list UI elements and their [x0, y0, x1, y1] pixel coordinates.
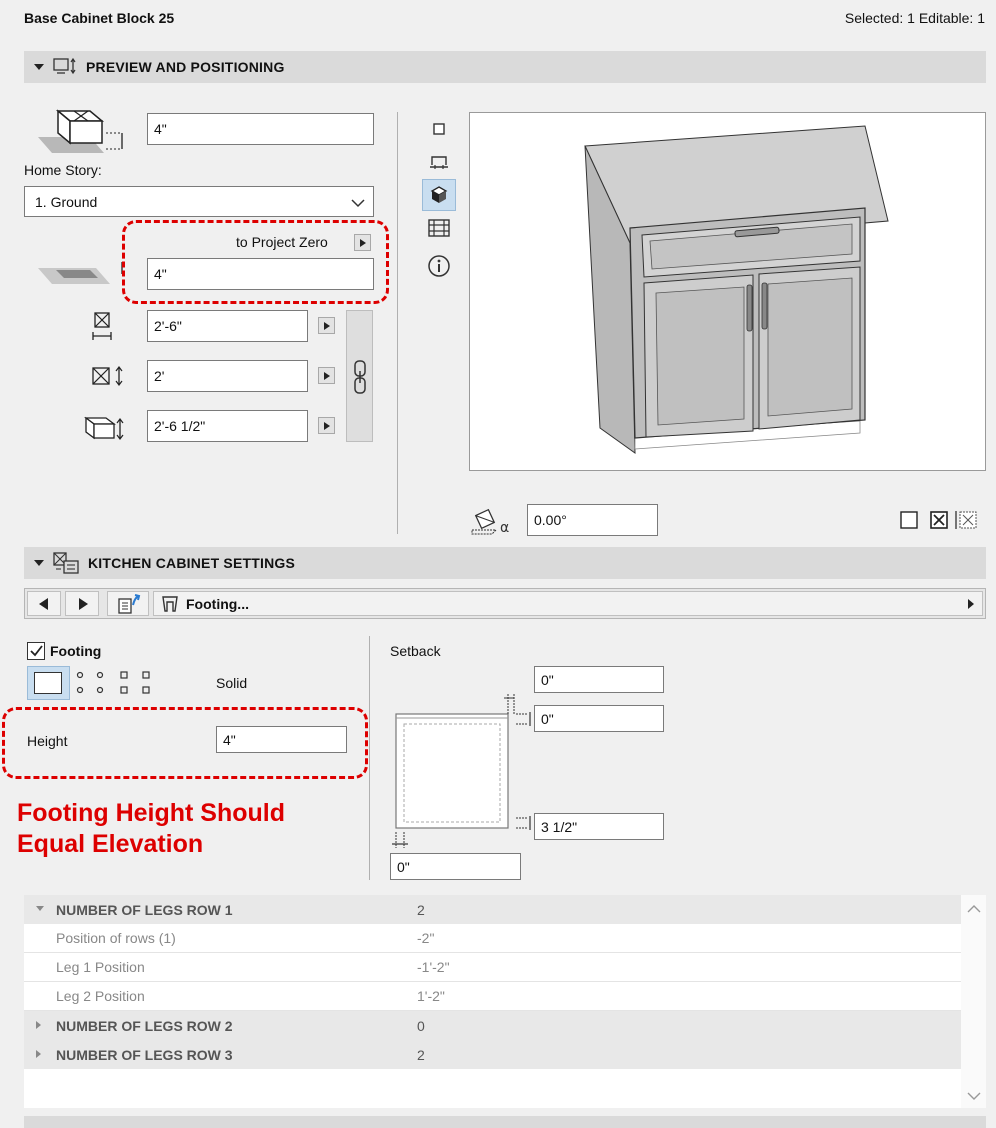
preview-section-header[interactable]: PREVIEW AND POSITIONING — [24, 51, 986, 83]
tree-row-leg-1-position[interactable]: Leg 1 Position -1'-2" — [24, 953, 961, 982]
elevation-icon — [38, 262, 123, 284]
page-label: Footing... — [186, 595, 249, 612]
vertical-separator — [397, 112, 398, 534]
tree-row-legs-row-3[interactable]: NUMBER OF LEGS ROW 3 2 — [24, 1040, 961, 1069]
tree-row-position-of-rows[interactable]: Position of rows (1) -2" — [24, 924, 961, 953]
setback-label: Setback — [390, 643, 441, 659]
page-select-button[interactable]: Footing... — [153, 591, 983, 616]
triangle-down-icon — [34, 560, 44, 566]
view-list-icon[interactable] — [427, 217, 451, 239]
view-section-icon[interactable] — [428, 153, 450, 173]
triangle-down-icon — [34, 64, 44, 70]
width-input[interactable]: 2'-6" — [147, 310, 308, 342]
home-story-value: 1. Ground — [35, 193, 98, 210]
tree-row-leg-2-position[interactable]: Leg 2 Position 1'-2" — [24, 982, 961, 1011]
tree-row-legs-row-2[interactable]: NUMBER OF LEGS ROW 2 0 — [24, 1011, 961, 1040]
prev-page-button[interactable] — [27, 591, 61, 616]
kitchen-section-header[interactable]: KITCHEN CABINET SETTINGS — [24, 547, 986, 579]
height-menu-button[interactable] — [318, 417, 335, 434]
setback-right-top-input[interactable]: 0" — [534, 705, 664, 732]
chain-link-icon — [354, 360, 366, 394]
rotation-angle-icon: α — [471, 508, 509, 536]
top-offset-input[interactable]: 4" — [147, 113, 374, 145]
setback-right-bottom-input[interactable]: 3 1/2" — [534, 813, 664, 840]
footing-legs-button[interactable] — [74, 668, 154, 698]
footing-label: Footing — [50, 643, 102, 659]
mirror-none-icon[interactable] — [899, 510, 919, 530]
width-icon — [92, 312, 112, 340]
export-button[interactable] — [107, 591, 149, 616]
height-input[interactable]: 2'-6 1/2" — [147, 410, 308, 442]
footing-icon — [162, 595, 178, 612]
footing-height-highlight — [2, 707, 368, 779]
dialog-title: Base Cabinet Block 25 — [24, 10, 175, 26]
page-toolbar: Footing... — [24, 588, 986, 619]
setback-bottom-input[interactable]: 0" — [390, 853, 521, 880]
collapsed-icon — [36, 1021, 41, 1029]
footing-type-label: Solid — [216, 675, 248, 691]
selection-status: Selected: 1 Editable: 1 — [844, 10, 985, 26]
height-icon — [84, 416, 124, 440]
depth-icon — [92, 366, 123, 386]
home-story-label: Home Story: — [24, 162, 102, 178]
prev-icon — [39, 598, 48, 610]
annotation-line-1: Footing Height Should — [17, 799, 285, 827]
info-icon[interactable] — [427, 254, 451, 278]
expanded-icon — [36, 906, 44, 911]
parameters-scrollbar[interactable] — [961, 895, 986, 1108]
next-section-header[interactable] — [24, 1116, 986, 1128]
checkmark-icon — [30, 645, 43, 657]
next-page-button[interactable] — [65, 591, 99, 616]
scroll-up-icon[interactable] — [967, 904, 981, 914]
page-menu-icon — [968, 599, 974, 609]
footing-checkbox[interactable] — [27, 642, 45, 660]
mirror-x-icon[interactable] — [929, 510, 949, 530]
next-icon — [79, 598, 88, 610]
annotation-line-2: Equal Elevation — [17, 830, 204, 858]
footing-solid-button[interactable] — [27, 666, 70, 700]
view-3d-icon — [430, 186, 448, 203]
depth-menu-button[interactable] — [318, 367, 335, 384]
cabinet-preview — [584, 125, 889, 454]
preview-section-title: PREVIEW AND POSITIONING — [86, 59, 285, 75]
solid-footing-icon — [34, 672, 62, 694]
collapsed-icon — [36, 1050, 41, 1058]
elevation-highlight — [122, 220, 389, 304]
svg-text:α: α — [500, 520, 509, 536]
kitchen-section-title: KITCHEN CABINET SETTINGS — [88, 555, 296, 571]
footing-separator — [369, 636, 370, 880]
monitor-dimension-icon — [53, 57, 76, 75]
rotation-input[interactable]: 0.00° — [527, 504, 658, 536]
kitchen-settings-icon — [53, 552, 79, 574]
export-icon — [118, 594, 141, 614]
scroll-down-icon[interactable] — [967, 1091, 981, 1101]
box-elevation-icon — [38, 109, 123, 153]
preview-canvas[interactable] — [469, 112, 986, 471]
setback-top-input[interactable]: 0" — [534, 666, 664, 693]
annotation-text: Footing Height Should Equal Elevation — [17, 798, 285, 860]
view-3d-button[interactable] — [422, 179, 456, 211]
chevron-down-icon — [351, 199, 365, 208]
width-menu-button[interactable] — [318, 317, 335, 334]
view-2d-icon[interactable] — [431, 121, 447, 137]
chain-link-button[interactable] — [346, 310, 373, 442]
mirror-y-icon[interactable] — [954, 510, 978, 530]
depth-input[interactable]: 2' — [147, 360, 308, 392]
tree-row-legs-row-1[interactable]: NUMBER OF LEGS ROW 1 2 — [24, 895, 961, 924]
home-story-select[interactable]: 1. Ground — [24, 186, 374, 217]
setback-diagram — [392, 694, 531, 848]
